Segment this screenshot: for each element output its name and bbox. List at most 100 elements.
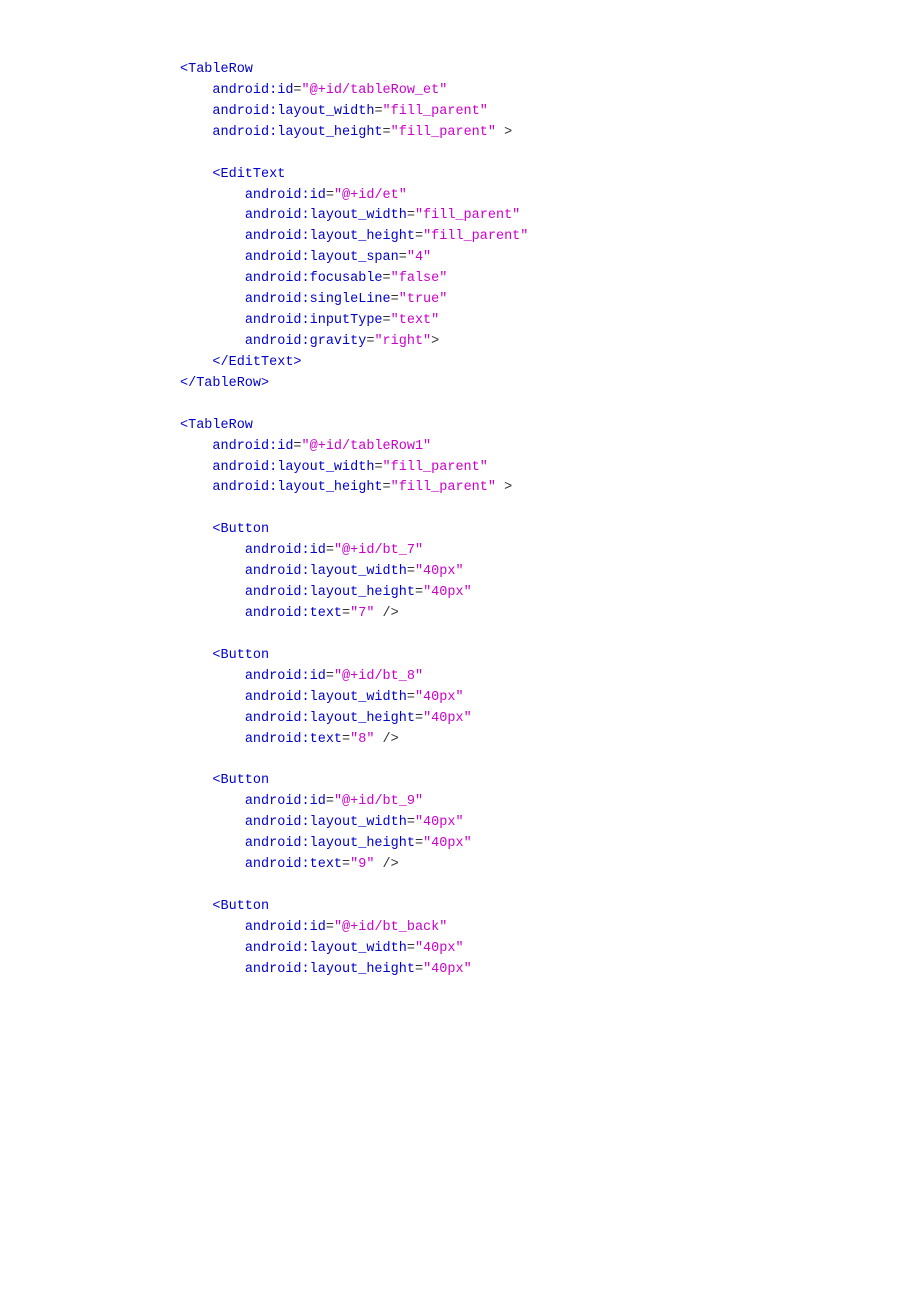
code-line: android:id="@+id/tableRow1" xyxy=(180,437,920,458)
code-line: android:layout_width="fill_parent" xyxy=(180,102,920,123)
code-tag: </EditText> xyxy=(212,355,301,370)
code-line: android:text="8" /> xyxy=(180,730,920,751)
code-line: <Button xyxy=(180,771,920,792)
code-indent xyxy=(180,899,212,914)
code-indent xyxy=(180,585,245,600)
code-attr-value: "40px" xyxy=(423,585,472,600)
code-line: android:layout_width="40px" xyxy=(180,813,920,834)
code-line: android:layout_height="40px" xyxy=(180,960,920,981)
code-indent xyxy=(180,941,245,956)
code-indent xyxy=(180,188,245,203)
code-attr-name: android:layout_height xyxy=(245,585,415,600)
code-indent xyxy=(180,732,245,747)
code-line: android:gravity="right"> xyxy=(180,332,920,353)
code-punct: = xyxy=(415,585,423,600)
code-punct: = xyxy=(383,271,391,286)
code-attr-value: "false" xyxy=(391,271,448,286)
code-punct: = xyxy=(383,125,391,140)
code-attr-name: android:layout_height xyxy=(245,229,415,244)
code-tag: <Button xyxy=(212,522,269,537)
code-tag: </TableRow> xyxy=(180,376,269,391)
code-empty xyxy=(180,627,188,642)
code-indent xyxy=(180,83,212,98)
code-attr-name: android:id xyxy=(245,920,326,935)
code-indent xyxy=(180,669,245,684)
code-line: android:layout_width="40px" xyxy=(180,562,920,583)
code-indent xyxy=(180,334,245,349)
code-punct: = xyxy=(326,543,334,558)
code-punct: = xyxy=(399,250,407,265)
code-line xyxy=(180,750,920,771)
code-attr-name: android:layout_height xyxy=(245,711,415,726)
code-indent xyxy=(180,271,245,286)
code-punct: = xyxy=(326,669,334,684)
code-attr-value: "fill_parent" xyxy=(383,460,488,475)
code-attr-name: android:layout_width xyxy=(245,815,407,830)
code-punct: = xyxy=(326,794,334,809)
code-line: android:layout_width="40px" xyxy=(180,688,920,709)
code-punct: = xyxy=(342,606,350,621)
code-line: android:layout_height="40px" xyxy=(180,583,920,604)
code-attr-name: android:layout_height xyxy=(245,836,415,851)
code-attr-name: android:layout_height xyxy=(212,480,382,495)
code-line: </TableRow> xyxy=(180,374,920,395)
code-punct: = xyxy=(407,815,415,830)
code-attr-name: android:layout_width xyxy=(212,104,374,119)
code-line: android:layout_height="40px" xyxy=(180,709,920,730)
code-attr-name: android:id xyxy=(245,543,326,558)
code-attr-name: android:id xyxy=(245,794,326,809)
code-empty xyxy=(180,752,188,767)
code-punct: /> xyxy=(374,606,398,621)
code-line: android:layout_height="fill_parent" > xyxy=(180,123,920,144)
code-punct: = xyxy=(374,104,382,119)
code-line xyxy=(180,144,920,165)
code-attr-name: android:layout_width xyxy=(245,564,407,579)
code-attr-name: android:layout_width xyxy=(212,460,374,475)
code-attr-value: "@+id/bt_back" xyxy=(334,920,447,935)
code-attr-name: android:layout_width xyxy=(245,208,407,223)
code-indent xyxy=(180,920,245,935)
code-punct: = xyxy=(391,292,399,307)
code-line xyxy=(180,876,920,897)
code-line: android:layout_width="40px" xyxy=(180,939,920,960)
code-indent xyxy=(180,167,212,182)
code-attr-value: "40px" xyxy=(415,941,464,956)
code-punct: > xyxy=(496,125,512,140)
code-attr-value: "40px" xyxy=(423,836,472,851)
code-indent xyxy=(180,313,245,328)
code-punct: = xyxy=(326,188,334,203)
code-attr-value: "7" xyxy=(350,606,374,621)
code-attr-value: "fill_parent" xyxy=(415,208,520,223)
code-punct: = xyxy=(415,229,423,244)
code-line: <Button xyxy=(180,897,920,918)
code-tag: <TableRow xyxy=(180,62,253,77)
code-line xyxy=(180,395,920,416)
code-attr-value: "@+id/bt_7" xyxy=(334,543,423,558)
code-attr-value: "right" xyxy=(374,334,431,349)
code-attr-value: "@+id/bt_9" xyxy=(334,794,423,809)
code-indent xyxy=(180,229,245,244)
code-attr-value: "40px" xyxy=(423,962,472,977)
code-line: <EditText xyxy=(180,165,920,186)
code-empty xyxy=(180,397,188,412)
code-line: android:layout_width="fill_parent" xyxy=(180,458,920,479)
code-attr-value: "true" xyxy=(399,292,448,307)
code-punct: = xyxy=(407,690,415,705)
code-punct: = xyxy=(407,208,415,223)
code-attr-value: "fill_parent" xyxy=(391,125,496,140)
code-line: <Button xyxy=(180,520,920,541)
code-attr-name: android:layout_height xyxy=(212,125,382,140)
code-empty xyxy=(180,501,188,516)
code-attr-value: "40px" xyxy=(423,711,472,726)
code-punct: /> xyxy=(374,857,398,872)
code-indent xyxy=(180,794,245,809)
code-line: android:layout_height="fill_parent" > xyxy=(180,478,920,499)
code-punct: = xyxy=(415,711,423,726)
code-indent xyxy=(180,711,245,726)
code-empty xyxy=(180,146,188,161)
code-attr-value: "text" xyxy=(391,313,440,328)
code-punct: = xyxy=(383,313,391,328)
code-line: android:id="@+id/bt_9" xyxy=(180,792,920,813)
code-punct: = xyxy=(415,962,423,977)
code-attr-value: "8" xyxy=(350,732,374,747)
